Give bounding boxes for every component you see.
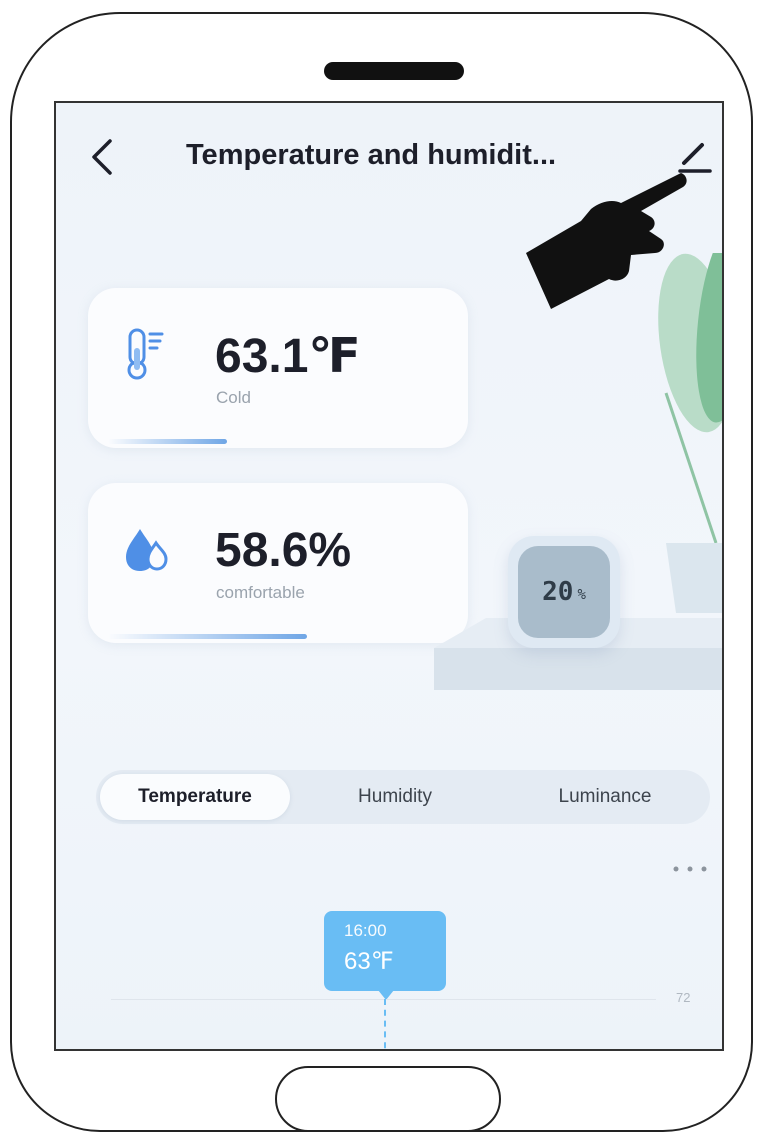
water-drop-icon [126, 529, 168, 571]
chart-cursor-line [384, 999, 386, 1049]
phone-frame: Temperature and humidit... 63.1℉ Cold 58… [10, 12, 753, 1132]
humidity-value: 58.6% [215, 524, 352, 577]
humidity-card[interactable]: 58.6% comfortable [88, 483, 468, 643]
humidity-progress [108, 634, 448, 639]
phone-speaker [324, 62, 464, 80]
thermometer-icon [127, 328, 164, 380]
chart-tooltip: 16:00 63℉ [324, 911, 446, 1000]
sensor-display: 20 % [518, 546, 610, 638]
temperature-status: Cold [216, 388, 251, 407]
shelf-plant-illustration [434, 253, 722, 690]
metric-tabs: Temperature Humidity Luminance [96, 770, 710, 824]
sensor-display-value: 20 [542, 577, 574, 607]
tab-temperature[interactable]: Temperature [100, 774, 290, 820]
more-horizontal-icon[interactable] [670, 863, 710, 875]
sensor-device-image: 20 % [508, 536, 620, 648]
chevron-left-icon[interactable] [86, 137, 120, 177]
tooltip-value: 63℉ [344, 948, 394, 975]
sensor-display-unit: % [577, 587, 586, 603]
tab-luminance[interactable]: Luminance [500, 774, 710, 820]
tab-humidity[interactable]: Humidity [290, 774, 500, 820]
app-screen: Temperature and humidit... 63.1℉ Cold 58… [54, 101, 724, 1051]
temperature-card[interactable]: 63.1℉ Cold [88, 288, 468, 448]
phone-home-button[interactable] [275, 1066, 501, 1130]
temperature-value: 63.1℉ [215, 330, 361, 383]
temperature-progress [108, 439, 448, 444]
humidity-progress-fill [108, 634, 308, 639]
temperature-progress-fill [108, 439, 227, 444]
tooltip-time: 16:00 [344, 921, 387, 940]
chart-y-tick: 72 [676, 990, 691, 1005]
humidity-status: comfortable [216, 583, 305, 602]
